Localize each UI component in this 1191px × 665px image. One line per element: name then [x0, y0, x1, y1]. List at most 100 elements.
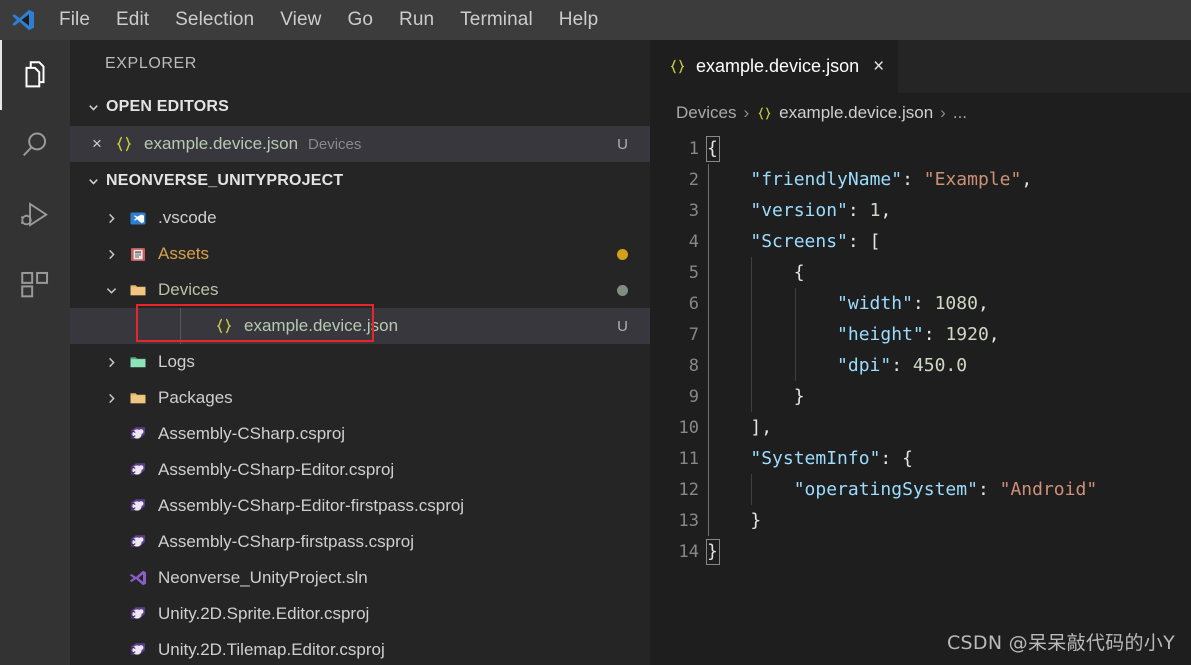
explorer-title: EXPLORER	[105, 55, 197, 72]
code-line[interactable]: 8 "dpi": 450.0	[650, 350, 1191, 381]
breadcrumb-file[interactable]: example.device.json	[779, 103, 933, 123]
code-line[interactable]: 10 ],	[650, 412, 1191, 443]
code-line[interactable]: 11 "SystemInfo": {	[650, 443, 1191, 474]
breadcrumb-separator: ›	[743, 103, 750, 122]
tree-row-assembly-csharp-firstpass-csproj[interactable]: Assembly-CSharp-firstpass.csproj	[70, 524, 650, 560]
tree-row-assembly-csharp-csproj[interactable]: Assembly-CSharp.csproj	[70, 416, 650, 452]
code-token-brace: {	[902, 448, 913, 469]
chevron-right-icon[interactable]	[98, 236, 124, 272]
tree-row-assembly-csharp-editor-csproj[interactable]: Assembly-CSharp-Editor.csproj	[70, 452, 650, 488]
logs-folder-icon	[124, 352, 152, 372]
code-text: }	[707, 386, 805, 407]
tree-row-assembly-csharp-editor-firstpass-csproj[interactable]: Assembly-CSharp-Editor-firstpass.csproj	[70, 488, 650, 524]
code-token-key: "friendlyName"	[750, 169, 903, 190]
line-number: 8	[688, 355, 699, 376]
json-braces-icon	[210, 316, 238, 336]
chevron-right-icon[interactable]	[98, 380, 124, 416]
explorer-sidebar: EXPLORER OPEN EDITORS × example.device.j…	[70, 40, 650, 665]
tab-example-device-json[interactable]: example.device.json ×	[650, 40, 899, 93]
close-icon[interactable]: ×	[873, 56, 884, 78]
activity-item-search[interactable]	[0, 110, 70, 180]
section-open-editors[interactable]: OPEN EDITORS	[70, 88, 650, 126]
code-token-key: "SystemInfo"	[750, 448, 881, 469]
line-number: 6	[688, 293, 699, 314]
menu-item-terminal[interactable]: Terminal	[447, 0, 546, 40]
code-token-key: "operatingSystem"	[793, 479, 978, 500]
chevron-right-icon[interactable]	[98, 200, 124, 236]
code-line[interactable]: 1{	[650, 133, 1191, 164]
code-token-num: 1080	[934, 293, 978, 314]
code-token-punc: :	[880, 448, 903, 469]
code-token-brace: }	[793, 386, 805, 407]
chevron-down-icon[interactable]	[98, 272, 124, 308]
search-icon	[18, 128, 52, 162]
code-line[interactable]: 12 "operatingSystem": "Android"	[650, 474, 1191, 505]
code-token-punc: :	[847, 231, 870, 252]
status-dot-untracked	[617, 284, 628, 296]
code-line[interactable]: 9 }	[650, 381, 1191, 412]
code-token-str: "Android"	[999, 479, 1098, 500]
json-braces-icon	[668, 57, 687, 76]
activity-item-explorer[interactable]	[0, 40, 70, 110]
menu-item-edit[interactable]: Edit	[103, 0, 162, 40]
menu-item-help[interactable]: Help	[546, 0, 611, 40]
indent-guide	[751, 350, 753, 381]
menu-item-go[interactable]: Go	[334, 0, 386, 40]
tree-row-vscode[interactable]: .vscode	[70, 200, 650, 236]
code-editor[interactable]: 1{2 "friendlyName": "Example", 3 "version…	[650, 133, 1191, 665]
code-text: {	[707, 262, 805, 283]
open-editor-folder: Devices	[308, 135, 362, 153]
activity-item-run-and-debug[interactable]	[0, 180, 70, 250]
code-token-key: "Screens"	[750, 231, 848, 252]
code-line[interactable]: 13 }	[650, 505, 1191, 536]
tree-row-unity-2d-sprite-editor-csproj[interactable]: Unity.2D.Sprite.Editor.csproj	[70, 596, 650, 632]
code-token-brace: [	[869, 231, 881, 252]
line-number: 12	[678, 479, 699, 500]
code-text: "version": 1,	[707, 200, 891, 221]
sln-icon	[124, 568, 152, 588]
code-token-punc	[707, 293, 837, 314]
run-debug-icon	[18, 198, 52, 232]
code-token-punc: ,	[988, 324, 1000, 345]
menu-item-selection[interactable]: Selection	[162, 0, 267, 40]
menu-item-run[interactable]: Run	[386, 0, 447, 40]
tree-row-example-device-json[interactable]: example.device.json U	[70, 308, 650, 344]
vscode-logo-icon	[0, 0, 46, 40]
title-menu-bar: File Edit Selection View Go Run Terminal…	[0, 0, 1191, 40]
menu-item-view[interactable]: View	[267, 0, 334, 40]
tree-row-unity-2d-tilemap-editor-csproj[interactable]: Unity.2D.Tilemap.Editor.csproj	[70, 632, 650, 665]
line-number: 2	[688, 169, 699, 190]
tree-row-assets[interactable]: Assets	[70, 236, 650, 272]
code-token-key: "version"	[750, 200, 848, 221]
indent-guide	[751, 474, 753, 505]
code-line[interactable]: 3 "version": 1,	[650, 195, 1191, 226]
close-icon[interactable]: ×	[84, 134, 110, 154]
tree-row-logs[interactable]: Logs	[70, 344, 650, 380]
code-line[interactable]: 7 "height": 1920,	[650, 319, 1191, 350]
code-line[interactable]: 6 "width": 1080,	[650, 288, 1191, 319]
code-line[interactable]: 5 {	[650, 257, 1191, 288]
section-project-root[interactable]: NEONVERSE_UNITYPROJECT	[70, 162, 650, 200]
tree-row-label: .vscode	[158, 208, 217, 227]
assets-folder-icon	[124, 244, 152, 264]
breadcrumb-overflow[interactable]: ...	[953, 103, 967, 123]
code-line[interactable]: 2 "friendlyName": "Example",	[650, 164, 1191, 195]
indent-guide	[708, 226, 709, 257]
code-token-punc: ,	[880, 200, 892, 221]
tree-row-devices[interactable]: Devices	[70, 272, 650, 308]
matching-bracket-highlight	[706, 136, 720, 162]
chevron-right-icon[interactable]	[98, 344, 124, 380]
indent-guide	[708, 412, 709, 443]
code-line[interactable]: 4 "Screens": [	[650, 226, 1191, 257]
open-editor-row[interactable]: × example.device.json Devices U	[70, 126, 650, 162]
line-number: 13	[678, 510, 699, 531]
tree-row-packages[interactable]: Packages	[70, 380, 650, 416]
vscode-window: File Edit Selection View Go Run Terminal…	[0, 0, 1191, 665]
tree-row-neonverse-unityproject-sln[interactable]: Neonverse_UnityProject.sln	[70, 560, 650, 596]
code-text: "width": 1080,	[707, 293, 989, 314]
breadcrumb-folder[interactable]: Devices	[676, 103, 736, 123]
activity-item-extensions[interactable]	[0, 250, 70, 320]
menu-item-file[interactable]: File	[46, 0, 103, 40]
tree-row-label: Assets	[158, 244, 210, 263]
code-line[interactable]: 14}	[650, 536, 1191, 567]
